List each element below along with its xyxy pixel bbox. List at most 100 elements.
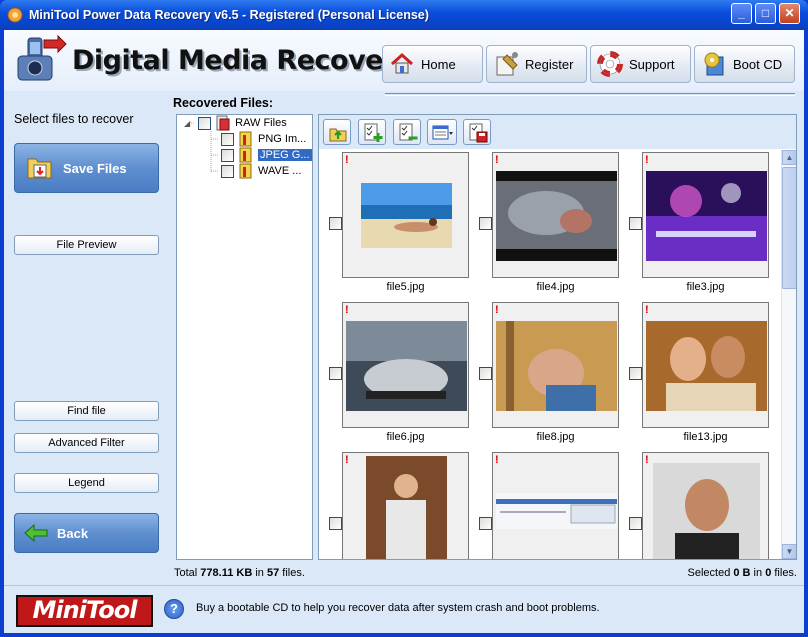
legend-button[interactable]: Legend <box>14 473 159 493</box>
tree-item-jpeg[interactable]: JPEG G... <box>221 147 312 163</box>
warning-flag: ! <box>345 154 349 166</box>
save-selected-button[interactable] <box>463 119 491 145</box>
maximize-button[interactable]: □ <box>755 3 776 24</box>
save-files-icon <box>27 158 52 179</box>
minimize-button[interactable]: _ <box>731 3 752 24</box>
jpeg-file-icon <box>239 147 252 163</box>
thumbnail-checkbox[interactable] <box>629 517 642 530</box>
thumbnail-checkbox[interactable] <box>629 217 642 230</box>
thumbnail-item[interactable]: ! <box>642 452 769 559</box>
tree-item-png[interactable]: PNG Im... <box>221 131 306 147</box>
help-icon[interactable]: ? <box>164 599 184 619</box>
thumbnail-checkbox[interactable] <box>329 217 342 230</box>
png-file-icon <box>239 131 252 147</box>
thumbnail-file13[interactable]: ! <box>642 302 769 428</box>
thumbnail-checkbox[interactable] <box>479 517 492 530</box>
back-button[interactable]: Back <box>14 513 159 553</box>
thumbnail-file5[interactable]: ! <box>342 152 469 278</box>
thumbnail-image <box>646 171 767 261</box>
thumbnail-file8[interactable]: ! <box>492 302 619 428</box>
minitool-logo[interactable]: MiniTool <box>16 595 153 627</box>
header-band: Digital Media Recovery Home Register Sup… <box>4 30 804 91</box>
save-files-button[interactable]: Save Files <box>14 143 159 193</box>
tree-item-raw-files[interactable]: ◢ RAW Files <box>184 115 287 131</box>
scroll-up-icon[interactable]: ▲ <box>782 150 796 165</box>
tree-item-label: RAW Files <box>235 117 287 129</box>
thumbnail-image <box>496 493 617 529</box>
support-button[interactable]: Support <box>590 45 691 83</box>
support-label: Support <box>629 56 675 72</box>
tree-checkbox[interactable] <box>221 164 234 178</box>
warning-flag: ! <box>645 304 649 316</box>
thumbnail-filename: file4.jpg <box>536 281 575 293</box>
tree-checkbox[interactable] <box>221 148 234 162</box>
tree-expand-icon[interactable]: ◢ <box>184 119 190 128</box>
thumbnail-checkbox[interactable] <box>479 367 492 380</box>
tree-checkbox[interactable] <box>198 116 212 130</box>
register-icon <box>496 52 518 76</box>
warning-flag: ! <box>345 304 349 316</box>
status-text: Selected <box>687 567 734 579</box>
thumbnail-checkbox[interactable] <box>629 367 642 380</box>
footer-message[interactable]: Buy a bootable CD to help you recover da… <box>196 602 600 614</box>
thumbnail-file4[interactable]: ! <box>492 152 619 278</box>
thumbnail-image <box>366 456 447 559</box>
warning-flag: ! <box>345 454 349 466</box>
vertical-scrollbar[interactable]: ▲ ▼ <box>781 150 796 559</box>
total-count: 57 <box>266 567 280 579</box>
thumbnail-item[interactable]: ! <box>342 452 469 559</box>
thumbnail-checkbox[interactable] <box>479 217 492 230</box>
status-text: Total <box>174 567 201 579</box>
thumbnail-toolbar <box>319 115 796 149</box>
check-all-button[interactable] <box>358 119 386 145</box>
home-button[interactable]: Home <box>382 45 483 83</box>
thumbnail-image <box>653 463 760 559</box>
header-divider <box>385 93 795 96</box>
scrollbar-thumb[interactable] <box>782 167 796 289</box>
register-button[interactable]: Register <box>486 45 587 83</box>
thumbnail-panel: ! file5.jpg ! file4.jpg ! file3.jpg ! fi… <box>318 114 797 560</box>
file-preview-button[interactable]: File Preview <box>14 235 159 255</box>
tree-item-wave[interactable]: WAVE ... <box>221 163 301 179</box>
scroll-down-icon[interactable]: ▼ <box>782 544 796 559</box>
thumbnail-image <box>361 183 452 248</box>
home-label: Home <box>421 56 456 72</box>
view-mode-button[interactable] <box>427 119 457 145</box>
thumbnail-filename: file5.jpg <box>386 281 425 293</box>
thumbnail-filename: file8.jpg <box>536 431 575 443</box>
find-file-button[interactable]: Find file <box>14 401 159 421</box>
left-panel: Select files to recover Save Files File … <box>4 91 170 581</box>
home-icon <box>390 52 414 74</box>
thumbnail-checkbox[interactable] <box>329 367 342 380</box>
status-text: files. <box>771 567 797 579</box>
thumbnail-image <box>496 171 617 261</box>
close-button[interactable]: ✕ <box>779 3 800 24</box>
lifebuoy-icon <box>597 51 623 77</box>
uncheck-all-icon <box>399 123 418 141</box>
total-size: 778.11 KB <box>200 567 253 579</box>
up-folder-icon <box>329 128 347 142</box>
status-text: in <box>750 567 766 579</box>
advanced-filter-button[interactable]: Advanced Filter <box>14 433 159 453</box>
view-mode-icon <box>432 125 453 140</box>
app-window: MiniTool Power Data Recovery v6.5 - Regi… <box>0 0 808 637</box>
thumbnail-filename: file13.jpg <box>683 431 728 443</box>
total-status: Total 778.11 KB in 57 files. <box>174 567 305 579</box>
title-bar[interactable]: MiniTool Power Data Recovery v6.5 - Regi… <box>0 0 808 30</box>
thumbnail-checkbox[interactable] <box>329 517 342 530</box>
thumbnail-filename: file6.jpg <box>386 431 425 443</box>
thumbnail-item[interactable]: ! <box>492 452 619 559</box>
register-label: Register <box>525 56 574 72</box>
wave-file-icon <box>239 163 252 179</box>
save-list-icon <box>469 123 488 143</box>
up-folder-button[interactable] <box>323 119 351 145</box>
uncheck-all-button[interactable] <box>393 119 421 145</box>
tree-checkbox[interactable] <box>221 132 234 146</box>
selected-size: 0 B <box>733 567 751 579</box>
thumbnail-file6[interactable]: ! <box>342 302 469 428</box>
warning-flag: ! <box>495 304 499 316</box>
back-label: Back <box>57 525 89 541</box>
thumbnail-file3[interactable]: ! <box>642 152 769 278</box>
boot-cd-button[interactable]: Boot CD <box>694 45 795 83</box>
left-panel-title: Select files to recover <box>14 112 134 126</box>
